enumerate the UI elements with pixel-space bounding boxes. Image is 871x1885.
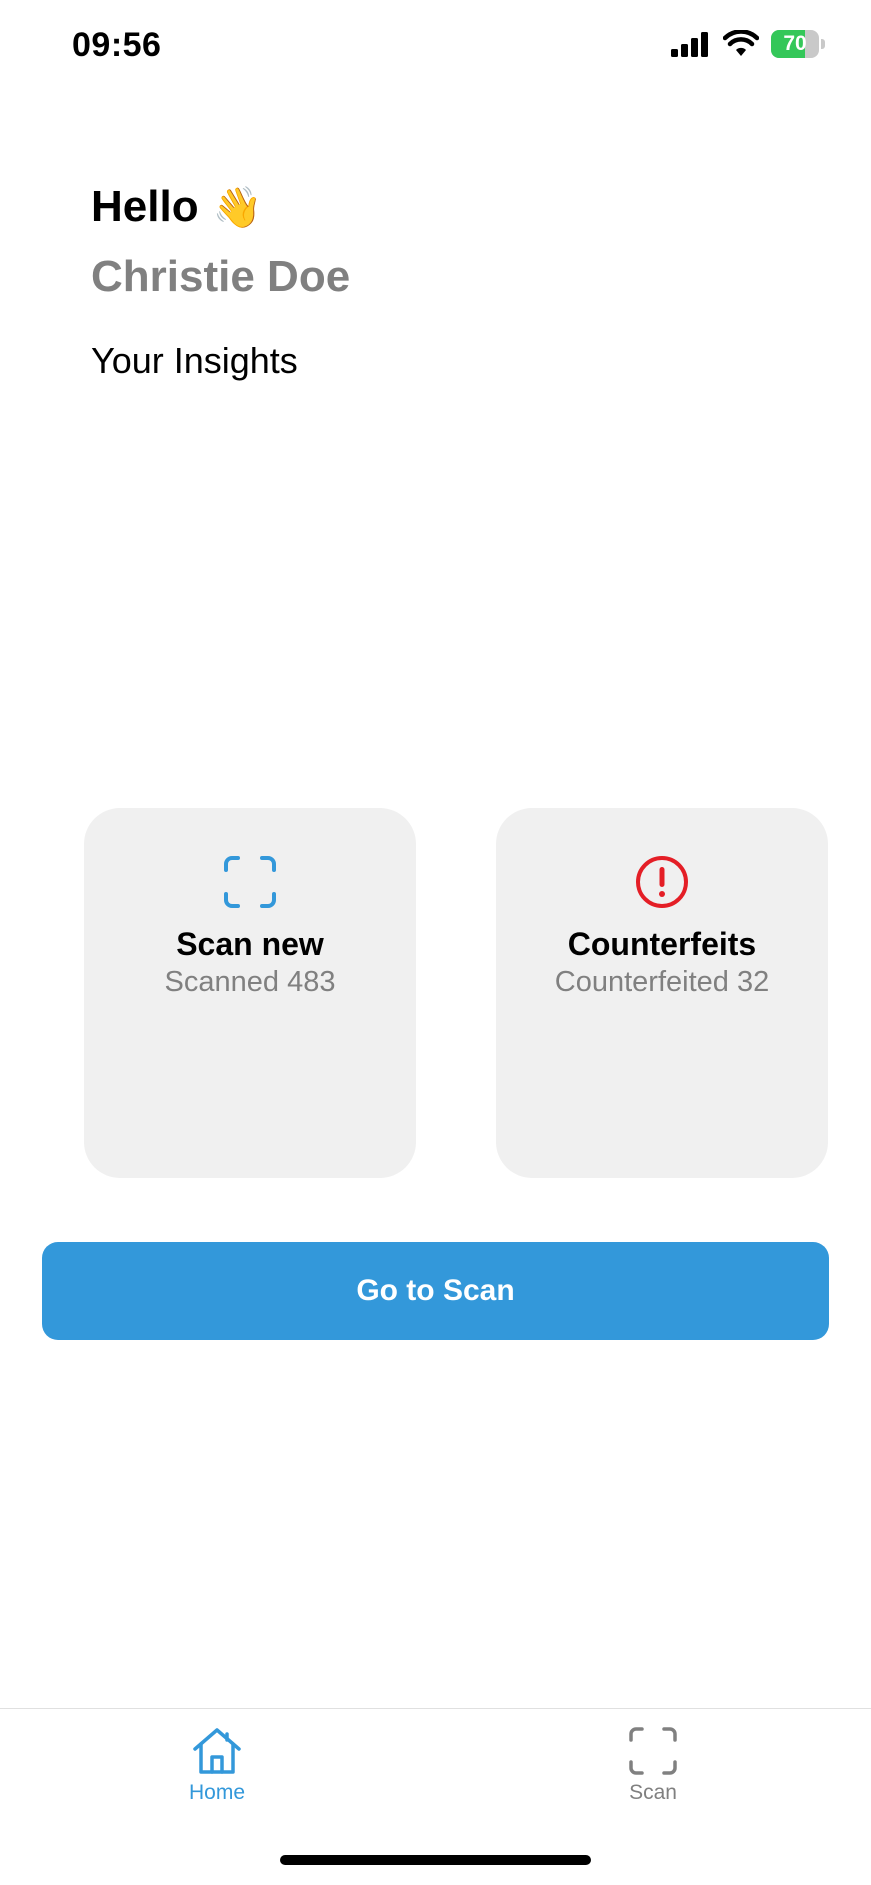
wifi-icon <box>723 30 759 56</box>
exclamation-circle-icon <box>636 856 688 908</box>
counterfeited-count: Counterfeited 32 <box>554 966 770 998</box>
scan-new-title: Scan new <box>176 926 324 962</box>
scan-frame-icon <box>629 1727 677 1775</box>
tab-scan-label: Scan <box>629 1781 677 1804</box>
scanned-count: Scanned 483 <box>164 966 336 998</box>
user-name: Christie Doe <box>91 252 351 301</box>
scan-frame-icon <box>224 856 276 908</box>
battery-cap <box>821 39 825 49</box>
battery-level-text: 70 <box>783 32 807 55</box>
status-icons: 70 <box>671 30 825 58</box>
tab-home-label: Home <box>188 1781 246 1804</box>
insights-title: Your Insights <box>91 340 298 381</box>
status-time: 09:56 <box>72 26 162 64</box>
battery-body: 70 <box>771 30 819 58</box>
go-to-scan-button[interactable]: Go to Scan <box>42 1242 829 1340</box>
scan-new-card[interactable]: Scan new Scanned 483 <box>84 808 416 1178</box>
home-indicator <box>280 1855 591 1865</box>
battery-charging-icon: 70 <box>771 30 825 58</box>
tab-home[interactable]: Home <box>137 1725 297 1825</box>
status-bar: 09:56 70 <box>0 0 871 96</box>
waving-hand-icon: 👋 <box>212 185 263 230</box>
tab-scan[interactable]: Scan <box>573 1725 733 1825</box>
hello-text: Hello <box>91 182 199 231</box>
counterfeits-title: Counterfeits <box>567 926 757 962</box>
home-icon <box>193 1728 241 1774</box>
cellular-signal-icon <box>671 32 708 57</box>
counterfeits-card[interactable]: Counterfeits Counterfeited 32 <box>496 808 828 1178</box>
hello-heading: Hello 👋 <box>91 182 262 232</box>
